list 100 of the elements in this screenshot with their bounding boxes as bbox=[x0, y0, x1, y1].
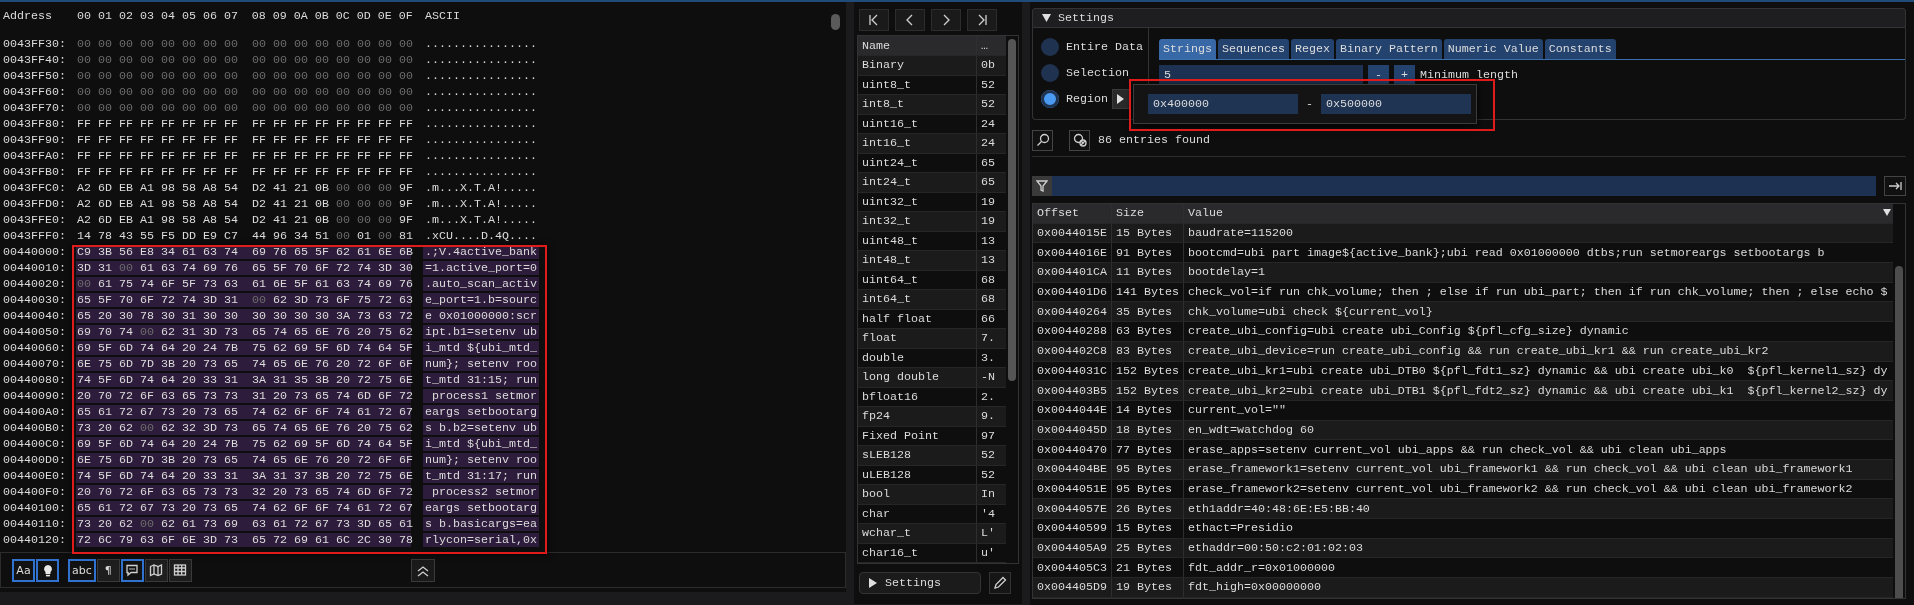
column-header[interactable]: Offset bbox=[1033, 204, 1111, 223]
hex-bytes: FF FF FF FF FF FF FF FF FF FF FF FF FF FF FF FF bbox=[76, 117, 411, 131]
table-cell: 11 Bytes bbox=[1111, 263, 1183, 282]
address-label: 00440100: bbox=[2, 501, 67, 515]
last-button[interactable] bbox=[967, 9, 997, 31]
radio-button[interactable]: Entire Data bbox=[1041, 36, 1143, 57]
ascii-text: process1 setmor bbox=[423, 389, 539, 403]
table-cell-text: 0x0044044E bbox=[1036, 402, 1108, 420]
table-cell-text: 0x004404BE bbox=[1036, 461, 1108, 479]
table-cell: 9. bbox=[976, 407, 1006, 426]
table-cell: en_wdt=watchdog 60 bbox=[1183, 420, 1893, 440]
table-cell: 15 Bytes bbox=[1111, 223, 1183, 243]
hex-bytes: 73 20 62 00 62 61 73 69 63 61 72 67 73 3D 65 61 bbox=[76, 517, 411, 531]
table-cell: 2. bbox=[976, 387, 1006, 406]
address-label: 00440090: bbox=[2, 389, 67, 403]
section-header[interactable]: Settings bbox=[1032, 8, 1906, 28]
table-cell: bootcmd=ubi part image${active_bank};ubi read 0x01000000 dtbs;run setmoreargs setbootargs b bbox=[1183, 243, 1893, 263]
hex-bytes: FF FF FF FF FF FF FF FF FF FF FF FF FF FF FF FF bbox=[76, 149, 411, 163]
previous-button[interactable] bbox=[895, 9, 925, 31]
hex-bytes: 00 00 00 00 00 00 00 00 00 00 00 00 00 00 00 00 bbox=[76, 101, 411, 115]
address-field[interactable]: 0x400000 bbox=[1148, 94, 1298, 114]
address-label: 0043FFC0: bbox=[2, 181, 67, 195]
tab[interactable]: Strings bbox=[1159, 39, 1216, 59]
reset-search-button[interactable] bbox=[1069, 129, 1090, 151]
ascii-text: e_port=1.b=sourc bbox=[423, 293, 539, 307]
tab[interactable]: Numeric Value bbox=[1443, 39, 1543, 59]
table-cell-text: 0x00440264 bbox=[1036, 303, 1108, 321]
table-cell-text: fp24 bbox=[861, 408, 891, 426]
ascii-text: rlycon=serial,0x bbox=[423, 533, 539, 547]
hex-bytes: 20 70 72 6F 63 65 73 73 32 20 73 65 74 6D 6F 72 bbox=[76, 485, 411, 499]
table-cell: 141 Bytes bbox=[1111, 282, 1183, 302]
table-cell: 83 Bytes bbox=[1111, 341, 1183, 361]
column-header[interactable]: Name bbox=[858, 36, 976, 55]
table-cell: 95 Bytes bbox=[1111, 459, 1183, 479]
table-cell: 68 bbox=[976, 290, 1006, 309]
table-cell-text: uint16_t bbox=[861, 115, 919, 133]
hex-bytes: 65 5F 70 6F 72 74 3D 31 00 62 3D 73 6F 75 72 63 bbox=[76, 293, 411, 307]
table-cell-text: 0x004403B5 bbox=[1036, 382, 1108, 400]
ascii-text: eargs setbootarg bbox=[423, 405, 539, 419]
radio-button[interactable]: Region bbox=[1041, 88, 1108, 109]
hex-bytes: 14 78 43 55 F5 DD E9 C7 44 96 34 51 00 01 00 81 bbox=[76, 229, 411, 243]
toggle-button[interactable] bbox=[168, 558, 192, 582]
settings-button[interactable]: Settings bbox=[859, 572, 981, 594]
table-cell-text: 0x004402C8 bbox=[1036, 343, 1108, 361]
toggle-button[interactable]: Aa bbox=[12, 558, 35, 582]
collapse-button[interactable] bbox=[411, 559, 435, 582]
filter-button[interactable] bbox=[1032, 176, 1052, 196]
export-button[interactable] bbox=[1884, 176, 1906, 196]
toggle-button[interactable]: abc bbox=[68, 558, 96, 582]
first-button[interactable] bbox=[859, 9, 889, 31]
increment-button[interactable]: + bbox=[1394, 65, 1415, 85]
pencil-icon bbox=[993, 576, 1007, 590]
hex-bytes: A2 6D EB A1 98 58 A8 54 D2 41 21 0B 00 00 00 9F bbox=[76, 181, 411, 195]
toggle-button[interactable] bbox=[120, 558, 144, 582]
table-cell: 52 bbox=[976, 75, 1006, 94]
table-cell: 35 Bytes bbox=[1111, 302, 1183, 322]
scrollbar[interactable] bbox=[831, 14, 840, 30]
edit-button[interactable] bbox=[989, 572, 1011, 594]
table-cell-text: 0x0044016E bbox=[1036, 244, 1108, 262]
toggle-button[interactable] bbox=[36, 558, 59, 582]
column-header: ASCII bbox=[424, 9, 461, 23]
ascii-text: t_mtd 31:15; run bbox=[423, 373, 539, 387]
expand-button[interactable] bbox=[1112, 88, 1130, 109]
column-header[interactable]: Size bbox=[1111, 204, 1183, 223]
ascii-text: .m...X.T.A!..... bbox=[424, 181, 538, 195]
tab[interactable]: Constants bbox=[1544, 39, 1616, 59]
caret-down-icon bbox=[1042, 14, 1051, 22]
scrollbar[interactable] bbox=[1008, 39, 1016, 381]
address-field[interactable]: 0x500000 bbox=[1321, 94, 1471, 114]
address-label: 0043FF80: bbox=[2, 117, 67, 131]
table-cell-text: half float bbox=[861, 310, 933, 328]
status-text: 86 entries found bbox=[1098, 133, 1210, 147]
radio-button[interactable]: Selection bbox=[1041, 62, 1129, 83]
table-cell: 13 bbox=[976, 251, 1006, 270]
scrollbar[interactable] bbox=[1895, 266, 1903, 598]
filter-field[interactable] bbox=[1052, 176, 1876, 196]
toggle-button[interactable] bbox=[144, 558, 168, 582]
table-cell-text: float bbox=[861, 330, 898, 348]
column-header[interactable]: … bbox=[976, 36, 1006, 55]
toggle-button[interactable]: ¶ bbox=[96, 558, 120, 582]
search-button[interactable] bbox=[1032, 129, 1053, 151]
tab[interactable]: Sequences bbox=[1217, 39, 1289, 59]
hex-bytes: FF FF FF FF FF FF FF FF FF FF FF FF FF FF FF FF bbox=[76, 165, 411, 179]
next-button[interactable] bbox=[931, 9, 961, 31]
decrement-button[interactable]: - bbox=[1368, 65, 1389, 85]
hex-bytes: 69 5F 6D 74 64 20 24 7B 75 62 69 5F 6D 74 64 5F bbox=[76, 341, 411, 355]
table-cell: 25 Bytes bbox=[1111, 538, 1183, 558]
tab[interactable]: Binary Pattern bbox=[1335, 39, 1442, 59]
ascii-text: t_mtd 31:17; run bbox=[423, 469, 539, 483]
table-cell-text: uint64_t bbox=[861, 271, 919, 289]
address-label: 00440080: bbox=[2, 373, 67, 387]
address-label: 00440070: bbox=[2, 357, 67, 371]
hex-bytes: 69 70 74 00 62 31 3D 73 65 74 65 6E 76 20 75 62 bbox=[76, 325, 411, 339]
table-icon bbox=[173, 563, 188, 577]
table-cell: 14 Bytes bbox=[1111, 400, 1183, 420]
address-label: 0043FF70: bbox=[2, 101, 67, 115]
table-cell-text: Fixed Point bbox=[861, 427, 940, 445]
number-field[interactable]: 5 bbox=[1159, 65, 1363, 85]
tab[interactable]: Regex bbox=[1290, 39, 1334, 59]
table-cell: ethaddr=00:50:c2:01:02:03 bbox=[1183, 538, 1893, 558]
